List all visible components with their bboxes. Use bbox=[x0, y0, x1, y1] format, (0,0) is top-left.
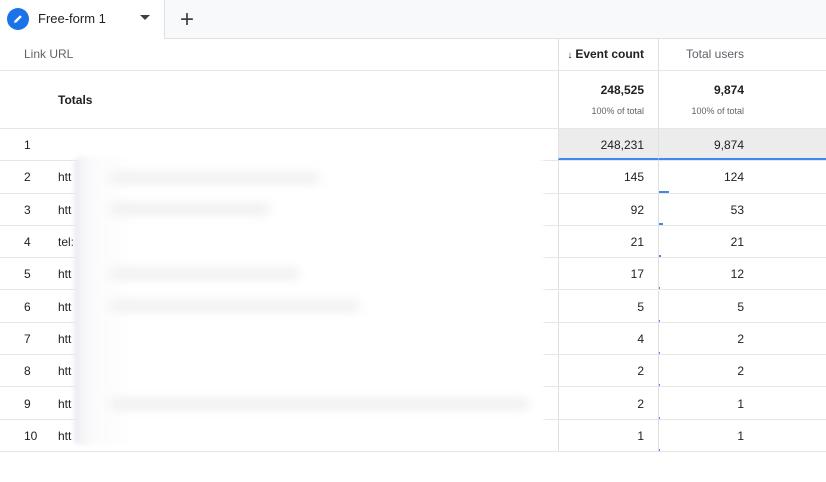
event-count-cell: 1 bbox=[637, 428, 644, 443]
totals-event-count-pct: 100% of total bbox=[591, 106, 644, 116]
link-url-cell[interactable]: htt bbox=[58, 203, 71, 217]
column-header-link-url[interactable]: Link URL bbox=[24, 38, 554, 70]
totals-total-users: 9,874 bbox=[713, 83, 744, 97]
redacted-url-area bbox=[110, 398, 530, 410]
redacted-url-area bbox=[110, 203, 270, 215]
total-users-share-bar bbox=[659, 352, 660, 355]
total-users-share-bar bbox=[659, 222, 664, 225]
tab-bar: Free-form 1 + bbox=[0, 0, 826, 39]
totals-total-users-pct: 100% of total bbox=[691, 106, 744, 116]
column-header-label: Event count bbox=[575, 47, 644, 61]
event-count-cell: 248,231 bbox=[600, 138, 644, 153]
total-users-cell: 9,874 bbox=[713, 138, 744, 153]
link-url-cell[interactable]: htt bbox=[58, 397, 71, 411]
total-users-cell: 1 bbox=[737, 428, 744, 443]
event-count-cell: 145 bbox=[623, 170, 644, 185]
header-row: Link URL ↓ Event count Total users bbox=[0, 38, 826, 71]
link-url-cell[interactable]: htt bbox=[58, 300, 71, 314]
totals-event-count: 248,525 bbox=[600, 83, 644, 97]
total-users-cell: 2 bbox=[737, 331, 744, 346]
pencil-icon[interactable] bbox=[7, 8, 29, 30]
total-users-cell: 5 bbox=[737, 299, 744, 314]
column-header-total-users[interactable]: Total users bbox=[658, 38, 826, 70]
link-url-cell[interactable]: htt bbox=[58, 332, 71, 346]
link-url-cell[interactable]: htt bbox=[58, 364, 71, 378]
tab-label: Free-form 1 bbox=[38, 11, 106, 26]
total-users-share-bar bbox=[659, 448, 660, 451]
redacted-url-area bbox=[110, 172, 320, 184]
event-count-cell: 4 bbox=[637, 331, 644, 346]
event-count-cell: 21 bbox=[630, 235, 644, 250]
event-count-cell: 2 bbox=[637, 364, 644, 379]
plus-icon: + bbox=[179, 5, 194, 33]
total-users-share-bar bbox=[659, 319, 660, 322]
total-users-cell: 53 bbox=[730, 202, 744, 217]
link-url-cell[interactable]: tel: bbox=[58, 235, 74, 249]
link-url-cell[interactable]: htt bbox=[58, 429, 71, 443]
redacted-url-area bbox=[110, 268, 300, 280]
total-users-cell: 12 bbox=[730, 267, 744, 282]
event-count-cell: 2 bbox=[637, 396, 644, 411]
total-users-share-bar bbox=[659, 190, 669, 193]
total-users-share-bar bbox=[659, 384, 660, 387]
add-tab-button[interactable]: + bbox=[166, 3, 208, 36]
link-url-cell[interactable]: htt bbox=[58, 170, 71, 184]
event-count-cell: 17 bbox=[630, 267, 644, 282]
redacted-url-area bbox=[110, 300, 360, 312]
total-users-share-bar bbox=[659, 255, 661, 258]
event-count-cell: 92 bbox=[630, 202, 644, 217]
total-users-cell: 124 bbox=[723, 170, 744, 185]
total-users-cell: 1 bbox=[737, 396, 744, 411]
total-users-share-bar bbox=[659, 416, 660, 419]
total-users-share-bar bbox=[659, 287, 660, 290]
link-url-cell[interactable]: htt bbox=[58, 267, 71, 281]
chevron-down-icon[interactable] bbox=[140, 15, 150, 20]
tab-free-form-1[interactable]: Free-form 1 bbox=[0, 0, 165, 39]
total-users-cell: 2 bbox=[737, 364, 744, 379]
sort-desc-icon: ↓ bbox=[567, 50, 573, 61]
totals-row: Totals 248,525 100% of total 9,874 100% … bbox=[0, 71, 826, 129]
totals-label: Totals bbox=[58, 93, 93, 107]
column-header-event-count[interactable]: ↓ Event count bbox=[558, 38, 658, 70]
total-users-cell: 21 bbox=[730, 235, 744, 250]
event-count-cell: 5 bbox=[637, 299, 644, 314]
